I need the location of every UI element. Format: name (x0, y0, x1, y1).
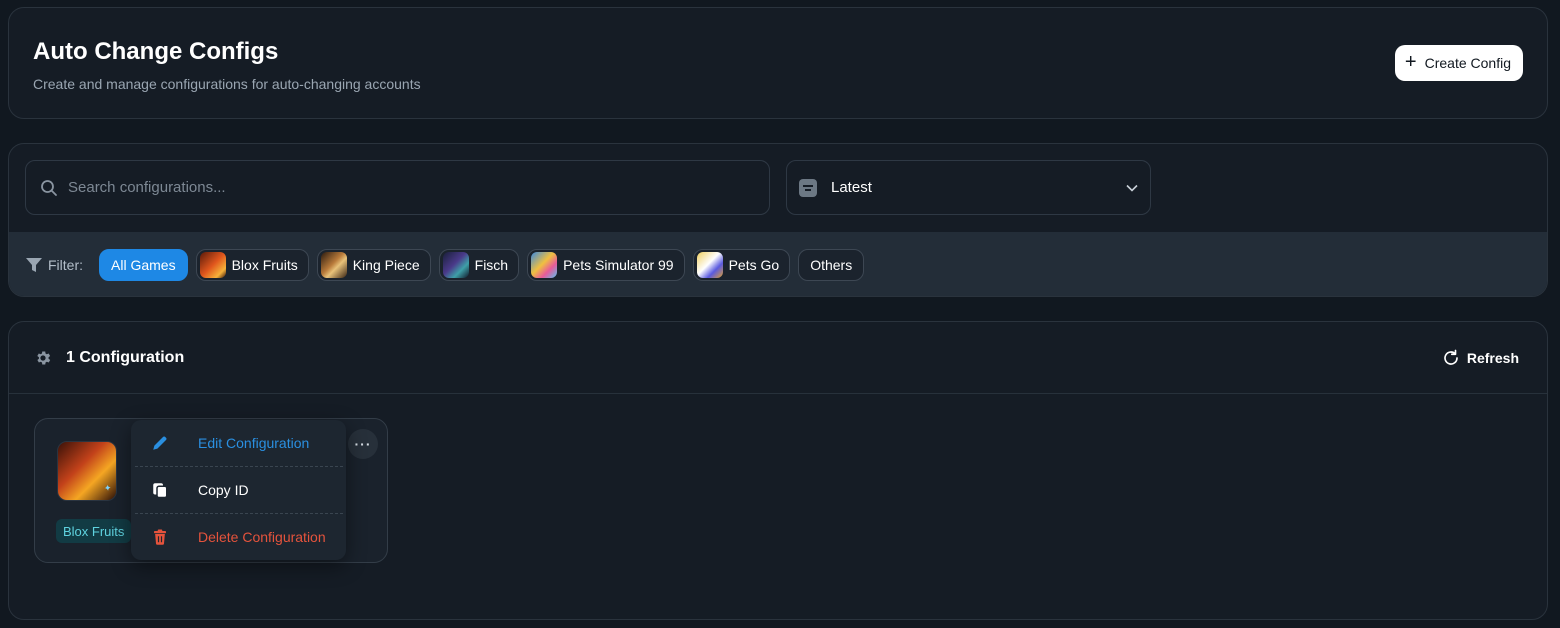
page-title: Auto Change Configs (33, 38, 279, 65)
filter-chip-pets-go[interactable]: Pets Go (692, 249, 791, 281)
chip-label: Others (810, 257, 853, 273)
refresh-button[interactable]: Refresh (1442, 349, 1519, 367)
menu-item-edit-label: Edit Configuration (198, 435, 310, 451)
menu-item-edit[interactable]: Edit Configuration (131, 420, 346, 466)
refresh-icon (1444, 349, 1458, 365)
game-thumbnail: ✦ (57, 441, 117, 501)
filter-label-text: Filter: (48, 257, 83, 273)
chip-label: Pets Go (728, 257, 780, 273)
sort-selected-value: Latest (831, 179, 872, 196)
game-logo-mark: ✦ (103, 483, 113, 495)
filter-chip-all-games[interactable]: All Games (99, 249, 188, 281)
fisch-thumbnail (442, 252, 469, 278)
menu-item-copy-id[interactable]: Copy ID (131, 467, 346, 513)
search-box[interactable] (25, 160, 770, 215)
ellipsis-icon: ··· (354, 436, 372, 452)
chip-label: All Games (111, 257, 176, 273)
filter-chip-king-piece[interactable]: King Piece (316, 249, 431, 281)
filter-chip-pets-simulator-99[interactable]: Pets Simulator 99 (527, 249, 685, 281)
create-config-button[interactable]: + Create Config (1394, 45, 1523, 81)
list-header: 1 Configuration Refresh (9, 322, 1547, 394)
gear-icon (37, 351, 51, 364)
sort-icon (799, 178, 817, 197)
king-piece-thumbnail (320, 252, 347, 278)
refresh-label: Refresh (1466, 349, 1519, 366)
search-filter-panel: Latest Filter: All Games Blox Fruits Kin… (8, 143, 1548, 297)
pets-go-thumbnail (696, 252, 723, 278)
funnel-icon (26, 258, 42, 272)
search-icon (41, 179, 57, 196)
filter-chip-blox-fruits[interactable]: Blox Fruits (195, 249, 309, 281)
game-filter-bar: Filter: All Games Blox Fruits King Piece… (9, 232, 1547, 296)
configuration-count-text: 1 Configuration (66, 348, 185, 366)
menu-item-delete[interactable]: Delete Configuration (131, 514, 346, 560)
chip-label: Fisch (474, 257, 509, 273)
chip-label: Blox Fruits (231, 257, 298, 273)
chip-label: Pets Simulator 99 (563, 257, 674, 273)
sort-select[interactable]: Latest (786, 160, 1151, 215)
trash-icon (154, 529, 166, 545)
chevron-down-icon (1126, 184, 1138, 192)
page-subtitle: Create and manage configurations for aut… (33, 76, 421, 92)
page-header: Auto Change Configs Create and manage co… (8, 7, 1548, 119)
config-context-menu: Edit Configuration Copy ID Delete Config… (131, 420, 346, 560)
more-options-button[interactable]: ··· (348, 429, 378, 459)
menu-item-copy-label: Copy ID (198, 482, 249, 498)
game-badge: Blox Fruits (56, 519, 132, 543)
create-config-label: Create Config (1424, 55, 1511, 71)
filter-label: Filter: (25, 257, 83, 273)
filter-chip-others[interactable]: Others (798, 249, 865, 281)
search-input[interactable] (68, 179, 708, 196)
blox-fruits-thumbnail (199, 252, 226, 278)
configuration-count: 1 Configuration (34, 349, 1442, 367)
filter-chip-fisch[interactable]: Fisch (438, 249, 520, 281)
pets-simulator-99-thumbnail (531, 252, 558, 278)
plus-icon: + (1404, 51, 1417, 73)
chip-label: King Piece (352, 257, 420, 273)
menu-item-delete-label: Delete Configuration (198, 529, 326, 545)
copy-icon (153, 483, 168, 499)
pencil-icon (153, 436, 167, 450)
